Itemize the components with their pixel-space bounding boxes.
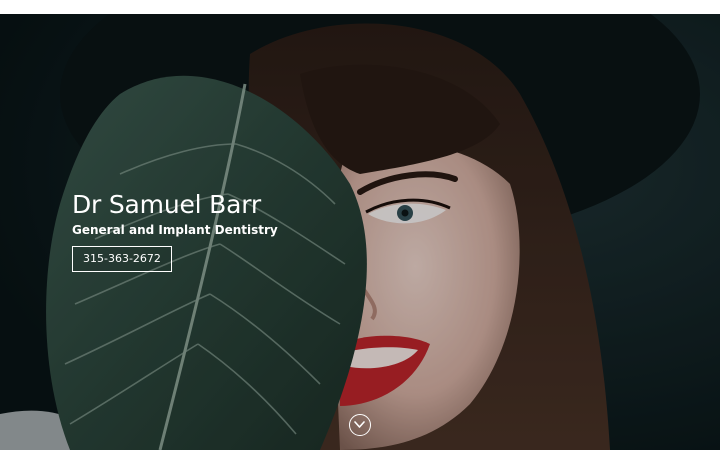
hero-title: Dr Samuel Barr [72,190,261,219]
chevron-down-circle-icon[interactable] [349,414,371,436]
top-bar [0,0,720,14]
chevron-down-icon [354,421,365,428]
phone-button[interactable]: 315-363-2672 [72,246,172,272]
hero-section: Dr Samuel Barr General and Implant Denti… [0,14,720,450]
hero-subtitle: General and Implant Dentistry [72,223,278,237]
hero-text-block: Dr Samuel Barr General and Implant Denti… [72,190,278,272]
page: Dr Samuel Barr General and Implant Denti… [0,0,720,450]
